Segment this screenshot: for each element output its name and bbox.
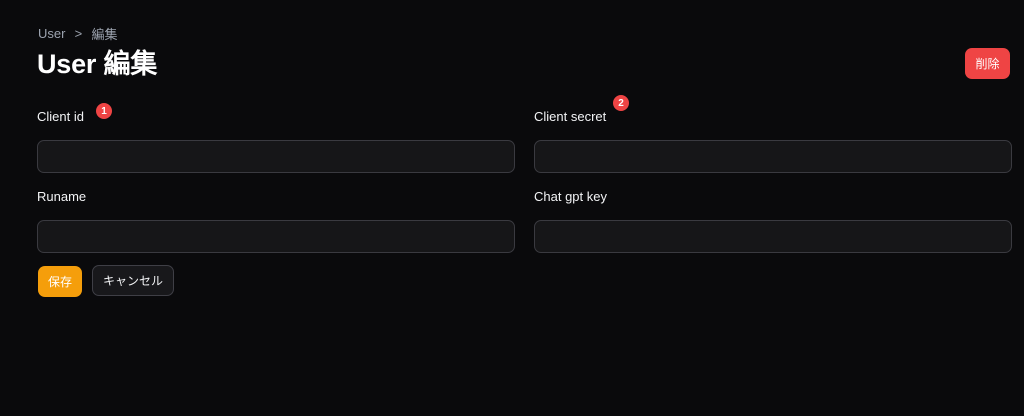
client-id-input[interactable] [37,140,515,173]
annotation-badge-1: 1 [96,103,112,119]
breadcrumb: User > 編集 [38,24,117,43]
client-secret-input[interactable] [534,140,1012,173]
runame-field-group: Runame [37,188,515,253]
edit-user-page: User > 編集 User 編集 削除 Client id 1 Client … [0,0,1024,416]
chat-gpt-key-input[interactable] [534,220,1012,253]
annotation-badge-2: 2 [613,95,629,111]
delete-button[interactable]: 削除 [965,48,1010,79]
save-button[interactable]: 保存 [38,266,82,297]
chat-gpt-key-field-group: Chat gpt key [534,188,1012,253]
client-secret-field-group: Client secret [534,108,1012,173]
breadcrumb-item-edit: 編集 [91,27,118,42]
client-secret-label: Client secret [534,109,607,124]
chat-gpt-key-label: Chat gpt key [534,189,607,204]
page-title: User 編集 [37,49,158,79]
runame-label: Runame [37,189,87,204]
breadcrumb-item-user[interactable]: User [38,26,65,41]
chevron-right-icon: > [74,26,83,41]
runame-input[interactable] [37,220,515,253]
cancel-button[interactable]: キャンセル [92,265,174,296]
